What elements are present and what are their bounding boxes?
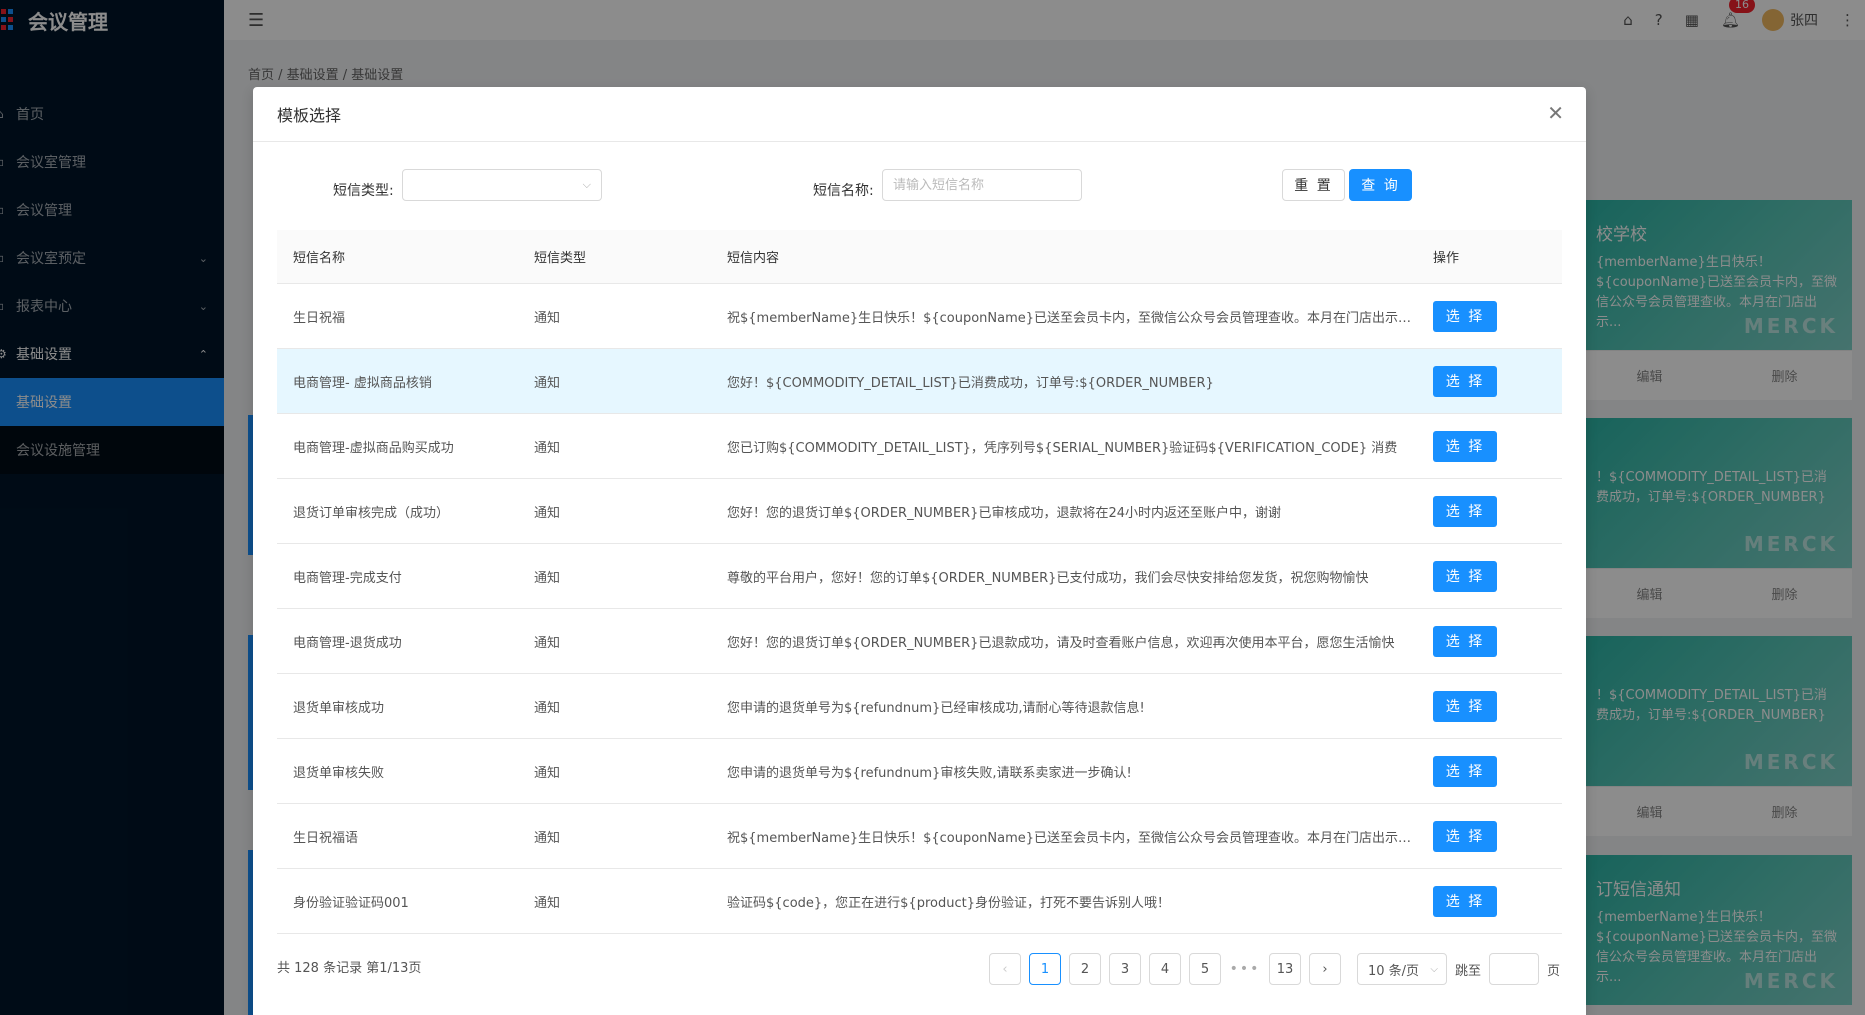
page-button-2[interactable]: 2 [1069, 953, 1101, 985]
chevron-down-icon: ⌵ [1430, 963, 1438, 975]
page-button-13[interactable]: 13 [1269, 953, 1301, 985]
select-button[interactable]: 选 择 [1433, 625, 1497, 657]
cell-content: 尊敬的平台用户，您好！您的订单${ORDER_NUMBER}已支付成功，我们会尽… [727, 570, 1369, 586]
page-button-1[interactable]: 1 [1029, 953, 1061, 985]
page-size-select[interactable]: 10 条/页 ⌵ [1357, 953, 1447, 985]
cell-content: 祝${memberName}生日快乐！${couponName}已送至会员卡内，… [727, 310, 1433, 326]
template-table: 短信名称 短信类型 短信内容 操作 生日祝福 通知 祝${memberName}… [277, 230, 1562, 934]
table-row[interactable]: 电商管理- 虚拟商品核销 通知 您好！${COMMODITY_DETAIL_LI… [277, 349, 1562, 414]
cell-type: 通知 [534, 440, 561, 456]
select-button[interactable]: 选 择 [1433, 690, 1497, 722]
filter-bar: 短信类型: ⌵ 短信名称: 重 置 查 询 [253, 142, 1586, 230]
cell-content: 您好！您的退货订单${ORDER_NUMBER}已退款成功，请及时查看账户信息，… [727, 635, 1395, 651]
pagination: ‹ 1 2 3 4 5 ••• 13 › 10 条/页 ⌵ 跳至 页 [989, 953, 1560, 985]
table-row[interactable]: 生日祝福 通知 祝${memberName}生日快乐！${couponName}… [277, 284, 1562, 349]
table-row[interactable]: 身份验证验证码001 通知 验证码${code}，您正在进行${product}… [277, 869, 1562, 934]
cell-content: 您申请的退货单号为${refundnum}审核失败,请联系卖家进一步确认! [727, 765, 1132, 781]
cell-name: 生日祝福语 [293, 830, 359, 846]
table-row[interactable]: 电商管理-虚拟商品购买成功 通知 您已订购${COMMODITY_DETAIL_… [277, 414, 1562, 479]
select-button[interactable]: 选 择 [1433, 820, 1497, 852]
page-button-3[interactable]: 3 [1109, 953, 1141, 985]
column-header-type: 短信类型 [534, 251, 587, 266]
page-size-value: 10 条/页 [1368, 963, 1420, 979]
cell-name: 电商管理-虚拟商品购买成功 [293, 440, 454, 456]
cell-type: 通知 [534, 310, 561, 326]
column-header-name: 短信名称 [293, 251, 346, 266]
cell-content: 您好！${COMMODITY_DETAIL_LIST}已消费成功，订单号:${O… [727, 375, 1214, 391]
select-button[interactable]: 选 择 [1433, 365, 1497, 397]
table-row[interactable]: 电商管理-退货成功 通知 您好！您的退货订单${ORDER_NUMBER}已退款… [277, 609, 1562, 674]
modal-title: 模板选择 [277, 106, 342, 125]
sms-name-label: 短信名称: [813, 183, 874, 199]
jump-page-input[interactable] [1489, 953, 1540, 985]
table-header: 短信名称 短信类型 短信内容 操作 [277, 230, 1562, 284]
cell-content: 您申请的退货单号为${refundnum}已经审核成功,请耐心等待退款信息! [727, 700, 1145, 716]
select-button[interactable]: 选 择 [1433, 430, 1497, 462]
page-button-4[interactable]: 4 [1149, 953, 1181, 985]
cell-name: 退货单审核成功 [293, 700, 385, 716]
cell-type: 通知 [534, 635, 561, 651]
cell-type: 通知 [534, 830, 561, 846]
cell-content: 验证码${code}，您正在进行${product}身份验证，打死不要告诉别人哦… [727, 895, 1170, 911]
cell-name: 电商管理-退货成功 [293, 635, 402, 651]
cell-name: 退货单审核失败 [293, 765, 385, 781]
reset-button[interactable]: 重 置 [1282, 169, 1345, 201]
table-row[interactable]: 生日祝福语 通知 祝${memberName}生日快乐！${couponName… [277, 804, 1562, 869]
table-row[interactable]: 退货单审核失败 通知 您申请的退货单号为${refundnum}审核失败,请联系… [277, 739, 1562, 804]
table-row[interactable]: 退货单审核成功 通知 您申请的退货单号为${refundnum}已经审核成功,请… [277, 674, 1562, 739]
table-row[interactable]: 电商管理-完成支付 通知 尊敬的平台用户，您好！您的订单${ORDER_NUMB… [277, 544, 1562, 609]
select-button[interactable]: 选 择 [1433, 755, 1497, 787]
sms-type-label: 短信类型: [333, 183, 394, 199]
page-unit-label: 页 [1547, 963, 1561, 979]
column-header-action: 操作 [1433, 251, 1460, 266]
next-page-button[interactable]: › [1309, 953, 1341, 985]
close-icon[interactable]: ✕ [1547, 103, 1564, 123]
prev-page-button[interactable]: ‹ [989, 953, 1021, 985]
sms-name-input[interactable] [882, 169, 1082, 201]
column-header-content: 短信内容 [727, 251, 780, 266]
jump-label: 跳至 [1455, 963, 1482, 979]
pagination-total: 共 128 条记录 第1/13页 [277, 961, 422, 976]
select-button[interactable]: 选 择 [1433, 495, 1497, 527]
template-select-modal: 模板选择 ✕ 短信类型: ⌵ 短信名称: 重 置 查 询 短信名称 短信类型 短… [253, 87, 1586, 1015]
cell-content: 您已订购${COMMODITY_DETAIL_LIST}，凭序列号${SERIA… [727, 440, 1398, 456]
select-button[interactable]: 选 择 [1433, 560, 1497, 592]
page-button-5[interactable]: 5 [1189, 953, 1221, 985]
cell-name: 身份验证验证码001 [293, 895, 409, 911]
select-button[interactable]: 选 择 [1433, 300, 1497, 332]
cell-type: 通知 [534, 570, 561, 586]
cell-name: 电商管理-完成支付 [293, 570, 402, 586]
cell-name: 生日祝福 [293, 310, 346, 326]
query-button[interactable]: 查 询 [1349, 169, 1412, 201]
cell-content: 您好！您的退货订单${ORDER_NUMBER}已审核成功，退款将在24小时内返… [727, 505, 1281, 521]
chevron-down-icon: ⌵ [582, 178, 591, 191]
cell-type: 通知 [534, 765, 561, 781]
sms-type-select[interactable]: ⌵ [402, 169, 602, 201]
cell-type: 通知 [534, 505, 561, 521]
cell-name: 退货订单审核完成（成功） [293, 505, 450, 521]
select-button[interactable]: 选 择 [1433, 885, 1497, 917]
cell-type: 通知 [534, 895, 561, 911]
pagination-ellipsis[interactable]: ••• [1229, 961, 1261, 977]
cell-content: 祝${memberName}生日快乐！${couponName}已送至会员卡内，… [727, 830, 1433, 846]
cell-type: 通知 [534, 700, 561, 716]
cell-type: 通知 [534, 375, 561, 391]
modal-header: 模板选择 ✕ [253, 87, 1586, 142]
table-row[interactable]: 退货订单审核完成（成功） 通知 您好！您的退货订单${ORDER_NUMBER}… [277, 479, 1562, 544]
cell-name: 电商管理- 虚拟商品核销 [293, 375, 432, 391]
